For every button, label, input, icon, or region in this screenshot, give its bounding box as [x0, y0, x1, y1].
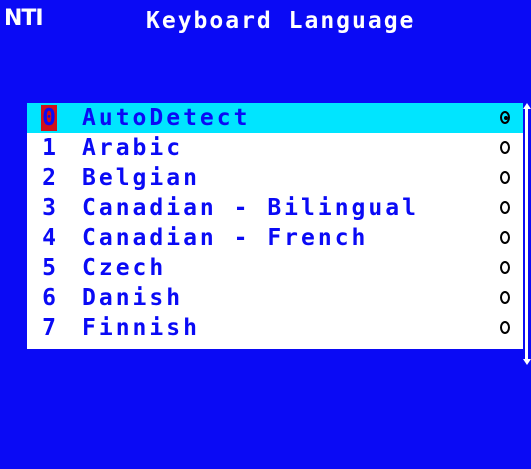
nti-logo: NTI: [4, 6, 44, 31]
radio-unchecked-icon[interactable]: [500, 201, 510, 214]
item-number: 2: [42, 165, 56, 191]
radio-unchecked-icon[interactable]: [500, 261, 510, 274]
item-number: 4: [42, 225, 56, 251]
item-label: Belgian: [82, 165, 200, 191]
item-label: Czech: [82, 255, 167, 281]
item-label: Danish: [82, 285, 184, 311]
item-label: Canadian - Bilingual: [82, 195, 419, 221]
language-item-autodetect[interactable]: 0 AutoDetect: [27, 103, 523, 133]
item-number: 1: [42, 135, 56, 161]
radio-unchecked-icon[interactable]: [500, 171, 510, 184]
language-item-czech[interactable]: 5 Czech: [27, 253, 523, 283]
list-scrollbar[interactable]: [522, 103, 531, 369]
item-number: 7: [42, 315, 56, 341]
language-item-danish[interactable]: 6 Danish: [27, 283, 523, 313]
osd-screen: NTI Keyboard Language 0 AutoDetect 1 Ara…: [0, 0, 531, 469]
scroll-track[interactable]: [525, 109, 528, 359]
item-number: 5: [42, 255, 56, 281]
radio-unchecked-icon[interactable]: [500, 321, 510, 334]
item-label: Arabic: [82, 135, 184, 161]
item-number: 0: [41, 105, 57, 131]
language-item-canadian-bilingual[interactable]: 3 Canadian - Bilingual: [27, 193, 523, 223]
page-title: Keyboard Language: [146, 8, 416, 34]
item-number: 3: [42, 195, 56, 221]
radio-unchecked-icon[interactable]: [500, 291, 510, 304]
scroll-down-arrow-icon[interactable]: [523, 359, 531, 365]
item-label: AutoDetect: [82, 105, 251, 131]
radio-unchecked-icon[interactable]: [500, 141, 510, 154]
language-item-arabic[interactable]: 1 Arabic: [27, 133, 523, 163]
language-item-canadian-french[interactable]: 4 Canadian - French: [27, 223, 523, 253]
language-item-finnish[interactable]: 7 Finnish: [27, 313, 523, 343]
item-label: Canadian - French: [82, 225, 369, 251]
item-number: 6: [42, 285, 56, 311]
radio-checked-icon[interactable]: [500, 111, 510, 124]
language-list: 0 AutoDetect 1 Arabic 2 Belgian 3 Canadi…: [27, 103, 523, 349]
language-item-belgian[interactable]: 2 Belgian: [27, 163, 523, 193]
radio-unchecked-icon[interactable]: [500, 231, 510, 244]
item-label: Finnish: [82, 315, 200, 341]
